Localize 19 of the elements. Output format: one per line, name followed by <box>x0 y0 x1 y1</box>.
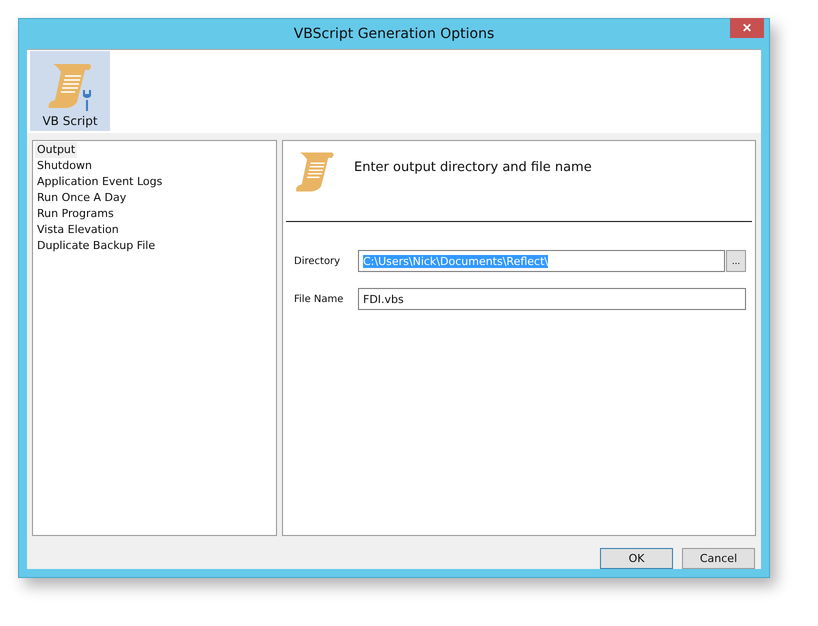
list-item[interactable]: Shutdown <box>35 158 94 174</box>
field-value: FDI.vbs <box>363 292 404 306</box>
list-item[interactable]: Run Once A Day <box>35 190 128 206</box>
input-field[interactable]: FDI.vbs <box>358 288 746 310</box>
toolbar-tile[interactable]: VB Script <box>30 51 110 131</box>
dialog-button[interactable]: Cancel <box>682 548 755 569</box>
close-button[interactable]: ✕ <box>730 18 764 38</box>
list-item[interactable]: Output <box>35 142 78 158</box>
field-label: Directory <box>294 256 342 266</box>
window-title: VBScript Generation Options <box>294 26 494 42</box>
browse-button[interactable]: ... <box>726 250 746 272</box>
dialog-button[interactable]: OK <box>600 548 673 569</box>
panel-heading: Enter output directory and file name <box>354 160 592 174</box>
list-item[interactable]: Run Programs <box>35 206 116 222</box>
list-item[interactable]: Vista Elevation <box>35 222 121 238</box>
list-item[interactable]: Application Event Logs <box>35 174 164 190</box>
list-item[interactable]: Duplicate Backup File <box>35 238 158 254</box>
field-value: C:\Users\Nick\Documents\Reflect\ <box>363 254 548 268</box>
field-label: File Name <box>294 294 344 304</box>
